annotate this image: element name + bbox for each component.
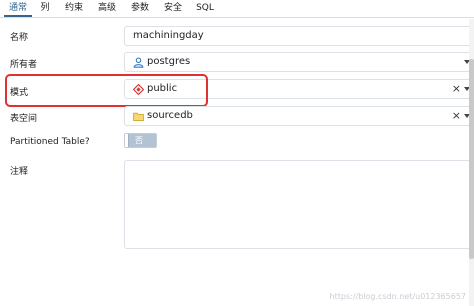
- name-input[interactable]: machiningday: [124, 26, 472, 46]
- tab-parameters[interactable]: 参数: [128, 0, 152, 17]
- comment-textarea[interactable]: [124, 160, 472, 249]
- name-value: machiningday: [133, 30, 204, 41]
- watermark: https://blog.csdn.net/u012365657: [329, 292, 466, 301]
- tablespace-select[interactable]: sourcedb ×: [124, 106, 472, 126]
- tab-constraints[interactable]: 约束: [62, 0, 86, 17]
- owner-select[interactable]: postgres: [124, 52, 472, 72]
- user-icon: [133, 57, 144, 68]
- tab-advanced[interactable]: 高级: [95, 0, 119, 17]
- tab-general[interactable]: 通常: [4, 0, 32, 17]
- tab-security[interactable]: 安全: [161, 0, 185, 17]
- scrollbar[interactable]: [469, 19, 474, 306]
- tab-sql[interactable]: SQL: [194, 0, 216, 17]
- owner-value: postgres: [147, 56, 191, 67]
- tablespace-label: 表空间: [10, 114, 38, 124]
- comment-label: 注释: [10, 167, 29, 177]
- tab-bar: 通常 列 约束 高级 参数 安全 SQL: [0, 0, 474, 18]
- owner-label: 所有者: [10, 60, 38, 70]
- clear-icon[interactable]: ×: [452, 80, 461, 98]
- toggle-text: 否: [135, 136, 143, 145]
- name-label: 名称: [10, 33, 29, 43]
- annotation-highlight-box: [5, 74, 208, 107]
- partitioned-label: Partitioned Table?: [10, 137, 90, 147]
- toggle-knob: [125, 134, 129, 147]
- tablespace-value: sourcedb: [147, 110, 193, 121]
- partitioned-toggle[interactable]: 否: [124, 133, 157, 148]
- scrollbar-thumb[interactable]: [469, 59, 474, 259]
- tab-columns[interactable]: 列: [37, 0, 53, 17]
- clear-icon[interactable]: ×: [452, 107, 461, 125]
- folder-icon: [133, 111, 144, 122]
